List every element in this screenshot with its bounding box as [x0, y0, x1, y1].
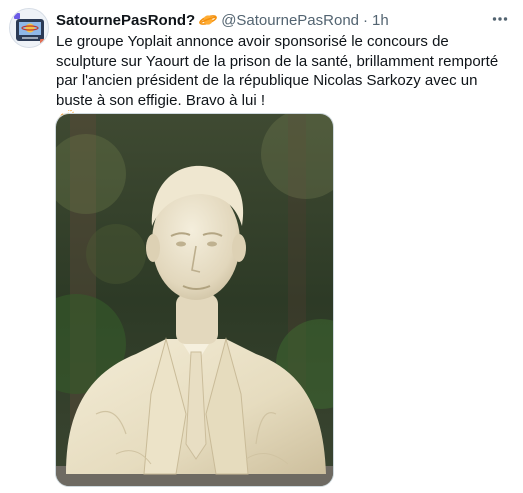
display-name[interactable]: SatournePasRond? [56, 12, 195, 29]
handle[interactable]: @SatournePasRond [221, 12, 359, 29]
yogurt-bust-sculpture-photo [56, 114, 333, 486]
more-horizontal-icon [492, 17, 508, 21]
tweet-media-image[interactable] [55, 113, 334, 487]
avatar-image [10, 9, 48, 47]
avatar[interactable] [9, 8, 49, 48]
timestamp[interactable]: 1h [372, 12, 389, 29]
tweet-header: SatournePasRond? @SatournePasRond · 1h [56, 10, 483, 30]
more-button[interactable] [489, 8, 511, 30]
ringed-planet-emoji-icon [199, 12, 218, 28]
tweet-text-content: Le groupe Yoplait annonce avoir sponsori… [56, 33, 499, 109]
separator-dot: · [363, 11, 368, 29]
tweet[interactable]: SatournePasRond? @SatournePasRond · 1h L… [0, 0, 523, 493]
